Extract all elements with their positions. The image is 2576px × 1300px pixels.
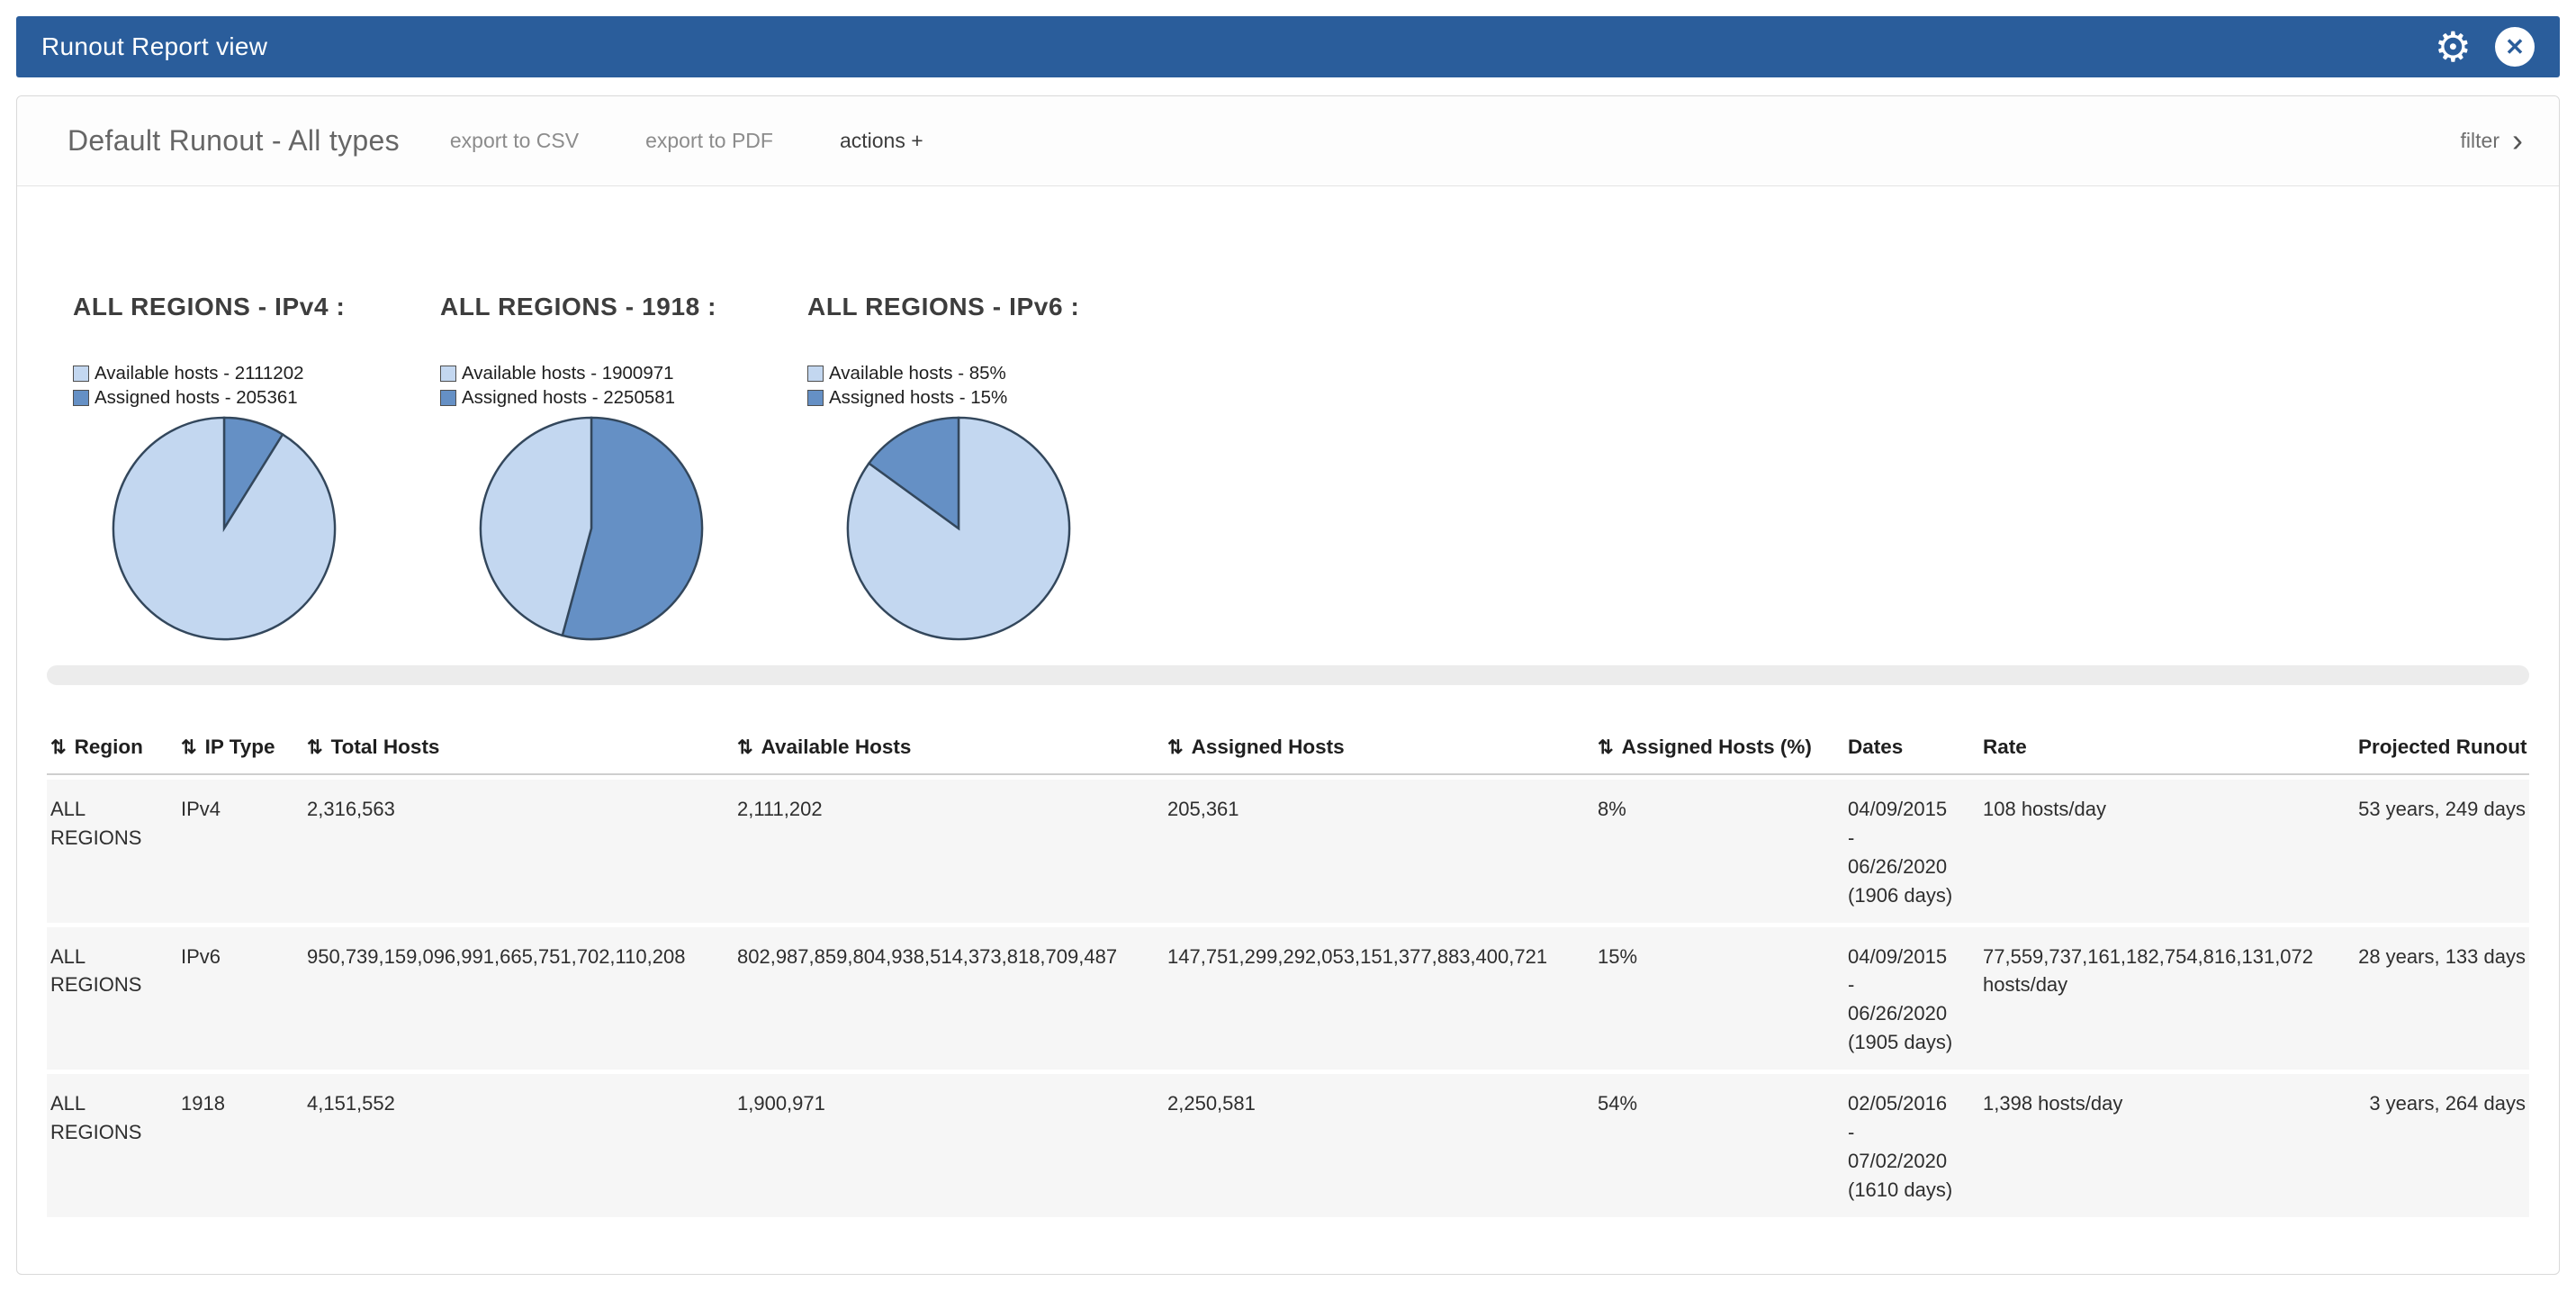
legend-swatch-assigned [73,390,89,406]
column-header-dates: Dates [1844,736,1979,775]
cell-ip-type: IPv4 [177,775,303,927]
legend-label: Available hosts - 85% [829,363,1006,384]
pie-charts-row: ALL REGIONS - IPv4 : Available hosts - 2… [17,186,2559,644]
horizontal-scrollbar[interactable] [47,665,2529,685]
cell-projected-runout: 28 years, 133 days [2355,927,2529,1075]
table-row-ipv6: ALL REGIONS IPv6 950,739,159,096,991,665… [47,927,2529,1075]
chart-legend: Available hosts - 85% Assigned hosts - 1… [807,361,1142,410]
legend-item: Available hosts - 1900971 [440,361,775,385]
cell-ip-type: 1918 [177,1074,303,1222]
runout-table: ⇅Region ⇅IP Type ⇅Total Hosts ⇅Available… [47,736,2529,1222]
report-card: Default Runout - All types export to CSV… [16,95,2560,1275]
legend-item: Assigned hosts - 2250581 [440,385,775,410]
table-row-ipv4: ALL REGIONS IPv4 2,316,563 2,111,202 205… [47,775,2529,927]
legend-label: Available hosts - 1900971 [462,363,674,384]
column-header-projected-runout: Projected Runout [2355,736,2529,775]
sort-icon[interactable]: ⇅ [50,737,67,758]
export-csv-link[interactable]: export to CSV [450,129,579,153]
column-header-ip-type[interactable]: ⇅IP Type [177,736,303,775]
column-header-rate: Rate [1979,736,2355,775]
cell-region: ALL REGIONS [47,1074,177,1222]
pie-chart [476,413,707,644]
close-x-glyph: ✕ [2505,33,2525,61]
report-title: Default Runout - All types [68,124,400,158]
cell-assigned-hosts: 205,361 [1164,775,1594,927]
report-toolbar: Default Runout - All types export to CSV… [17,96,2559,186]
pie-chart [843,413,1074,644]
cell-available-hosts: 2,111,202 [734,775,1164,927]
cell-assigned-hosts: 147,751,299,292,053,151,377,883,400,721 [1164,927,1594,1075]
cell-available-hosts: 802,987,859,804,938,514,373,818,709,487 [734,927,1164,1075]
legend-item: Assigned hosts - 15% [807,385,1142,410]
close-icon[interactable]: ✕ [2495,27,2535,67]
cell-dates: 02/05/2016- 07/02/2020(1610 days) [1844,1074,1979,1222]
cell-total-hosts: 4,151,552 [303,1074,734,1222]
legend-label: Assigned hosts - 205361 [95,387,298,409]
chevron-right-icon: › [2512,128,2523,154]
legend-swatch-available [73,366,89,382]
cell-region: ALL REGIONS [47,775,177,927]
pie-chart-group-1918: ALL REGIONS - 1918 : Available hosts - 1… [440,186,775,644]
sort-icon[interactable]: ⇅ [307,737,323,758]
cell-rate: 108 hosts/day [1979,775,2355,927]
chart-title: ALL REGIONS - 1918 : [440,293,775,321]
cell-ip-type: IPv6 [177,927,303,1075]
cell-rate: 1,398 hosts/day [1979,1074,2355,1222]
filter-toggle[interactable]: filter › [2461,128,2523,154]
cell-projected-runout: 3 years, 264 days [2355,1074,2529,1222]
legend-swatch-available [807,366,824,382]
cell-dates: 04/09/2015- 06/26/2020(1906 days) [1844,775,1979,927]
export-pdf-link[interactable]: export to PDF [645,129,773,153]
column-header-region[interactable]: ⇅Region [47,736,177,775]
column-header-total-hosts[interactable]: ⇅Total Hosts [303,736,734,775]
runout-table-container: ⇅Region ⇅IP Type ⇅Total Hosts ⇅Available… [47,736,2529,1274]
sort-icon[interactable]: ⇅ [1598,737,1614,758]
cell-total-hosts: 950,739,159,096,991,665,751,702,110,208 [303,927,734,1075]
filter-label: filter [2461,129,2499,153]
chart-legend: Available hosts - 1900971 Assigned hosts… [440,361,775,410]
column-header-available-hosts[interactable]: ⇅Available Hosts [734,736,1164,775]
settings-gear-icon[interactable]: ⚙ [2435,26,2472,68]
cell-total-hosts: 2,316,563 [303,775,734,927]
legend-item: Assigned hosts - 205361 [73,385,408,410]
table-row-1918: ALL REGIONS 1918 4,151,552 1,900,971 2,2… [47,1074,2529,1222]
column-header-assigned-hosts[interactable]: ⇅Assigned Hosts [1164,736,1594,775]
sort-icon[interactable]: ⇅ [181,737,197,758]
cell-assigned-pct: 54% [1594,1074,1844,1222]
cell-assigned-hosts: 2,250,581 [1164,1074,1594,1222]
table-header-row: ⇅Region ⇅IP Type ⇅Total Hosts ⇅Available… [47,736,2529,775]
legend-item: Available hosts - 85% [807,361,1142,385]
pie-chart [109,413,339,644]
cell-assigned-pct: 8% [1594,775,1844,927]
cell-available-hosts: 1,900,971 [734,1074,1164,1222]
chart-title: ALL REGIONS - IPv4 : [73,293,408,321]
cell-region: ALL REGIONS [47,927,177,1075]
cell-projected-runout: 53 years, 249 days [2355,775,2529,927]
legend-item: Available hosts - 2111202 [73,361,408,385]
legend-label: Assigned hosts - 2250581 [462,387,675,409]
legend-swatch-assigned [807,390,824,406]
cell-rate: 77,559,737,161,182,754,816,131,072 hosts… [1979,927,2355,1075]
pie-chart-group-ipv6: ALL REGIONS - IPv6 : Available hosts - 8… [807,186,1142,644]
legend-label: Assigned hosts - 15% [829,387,1007,409]
column-header-assigned-pct[interactable]: ⇅Assigned Hosts (%) [1594,736,1844,775]
legend-swatch-assigned [440,390,456,406]
window-titlebar: Runout Report view ⚙ ✕ [16,16,2560,77]
pie-chart-group-ipv4: ALL REGIONS - IPv4 : Available hosts - 2… [73,186,408,644]
sort-icon[interactable]: ⇅ [1167,737,1184,758]
cell-dates: 04/09/2015- 06/26/2020(1905 days) [1844,927,1979,1075]
chart-title: ALL REGIONS - IPv6 : [807,293,1142,321]
actions-menu-button[interactable]: actions + [840,129,923,153]
titlebar-icons: ⚙ ✕ [2435,26,2535,68]
chart-legend: Available hosts - 2111202 Assigned hosts… [73,361,408,410]
cell-assigned-pct: 15% [1594,927,1844,1075]
window-title: Runout Report view [41,32,267,61]
legend-label: Available hosts - 2111202 [95,363,304,384]
legend-swatch-available [440,366,456,382]
sort-icon[interactable]: ⇅ [737,737,753,758]
